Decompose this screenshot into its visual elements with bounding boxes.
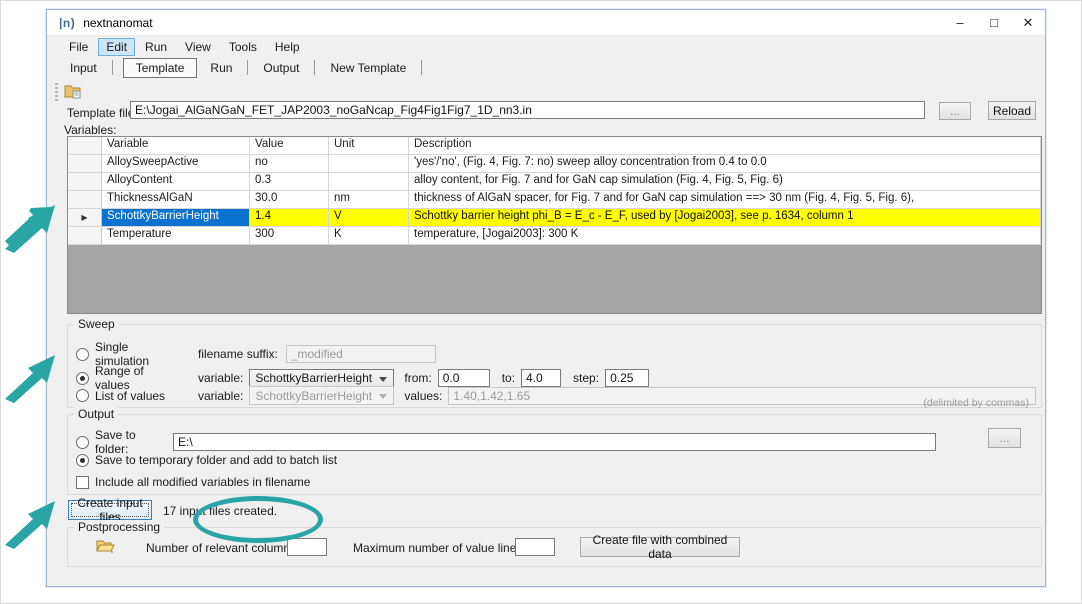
col-unit[interactable]: Unit: [329, 137, 409, 155]
tab-separator: [421, 60, 422, 75]
step-label: step:: [573, 371, 599, 385]
list-variable-select[interactable]: SchottkyBarrierHeight: [249, 386, 394, 405]
list-of-values-label: List of values: [95, 389, 179, 403]
save-temp-folder-label: Save to temporary folder and add to batc…: [95, 453, 337, 467]
step-input[interactable]: [605, 369, 649, 387]
reload-button[interactable]: Reload: [988, 101, 1036, 120]
window-title: nextnanomat: [83, 16, 152, 30]
minimize-button[interactable]: –: [943, 10, 977, 35]
status-text: 17 input files created.: [163, 504, 277, 518]
template-file-input[interactable]: [130, 101, 925, 119]
to-label: to:: [502, 371, 515, 385]
chevron-down-icon: [379, 377, 387, 382]
variables-label: Variables:: [64, 123, 116, 137]
tab-separator: [247, 60, 248, 75]
values-label: values:: [404, 389, 442, 403]
menu-file[interactable]: File: [61, 38, 96, 56]
to-input[interactable]: [521, 369, 561, 387]
header-selector-cell: [68, 137, 102, 155]
postprocessing-legend: Postprocessing: [74, 520, 164, 534]
from-label: from:: [404, 371, 431, 385]
tab-bar: Input Template Run Output New Template: [47, 57, 1045, 78]
save-to-folder-label: Save to folder:: [95, 428, 167, 456]
table-row[interactable]: ThicknessAlGaN 30.0 nm thickness of AlGa…: [68, 191, 1041, 209]
browse-folder-button[interactable]: ...: [988, 428, 1021, 448]
save-folder-input[interactable]: [173, 433, 936, 451]
table-header-row: Variable Value Unit Description: [68, 137, 1041, 155]
open-template-icon[interactable]: [64, 83, 82, 102]
create-combined-file-button[interactable]: Create file with combined data: [580, 537, 740, 557]
toolbar-grip: [55, 83, 58, 101]
values-hint: (delimited by commas): [923, 397, 1029, 409]
col-description[interactable]: Description: [409, 137, 1041, 155]
list-variable-label: variable:: [198, 389, 243, 403]
menu-edit[interactable]: Edit: [98, 38, 135, 56]
title-bar: |n) nextnanomat – □ ✕: [47, 10, 1045, 36]
template-file-label: Template file:: [67, 106, 138, 120]
menu-help[interactable]: Help: [267, 38, 308, 56]
include-variables-checkbox[interactable]: [76, 476, 89, 489]
menu-run[interactable]: Run: [137, 38, 175, 56]
chevron-down-icon: [379, 394, 387, 399]
app-logo-icon: |n): [59, 16, 75, 30]
browse-template-button[interactable]: ...: [939, 102, 971, 120]
from-input[interactable]: [438, 369, 490, 387]
toolbar: [55, 80, 82, 104]
single-simulation-radio[interactable]: [76, 348, 89, 361]
filename-suffix-label: filename suffix:: [198, 347, 278, 361]
table-row-selected[interactable]: ▶ SchottkyBarrierHeight 1.4 V Schottky b…: [68, 209, 1041, 227]
maximize-button[interactable]: □: [977, 10, 1011, 35]
sweep-group: Sweep Single simulation filename suffix:…: [67, 324, 1042, 408]
range-of-values-radio[interactable]: [76, 372, 89, 385]
tab-output[interactable]: Output: [254, 59, 308, 77]
tab-input[interactable]: Input: [61, 59, 106, 77]
screenshot-canvas: |n) nextnanomat – □ ✕ File Edit Run View…: [0, 0, 1082, 604]
menu-bar: File Edit Run View Tools Help: [47, 36, 1045, 57]
relevant-column-input[interactable]: [287, 538, 327, 556]
table-row[interactable]: Temperature 300 K temperature, [Jogai200…: [68, 227, 1041, 245]
range-variable-label: variable:: [198, 371, 243, 385]
menu-view[interactable]: View: [177, 38, 219, 56]
postprocessing-group: Postprocessing Number of relevant column…: [67, 527, 1042, 567]
value-lines-input[interactable]: [515, 538, 555, 556]
list-of-values-radio[interactable]: [76, 389, 89, 402]
sweep-legend: Sweep: [74, 317, 119, 331]
tab-separator: [112, 60, 113, 75]
value-lines-label: Maximum number of value lines:: [353, 541, 526, 555]
variables-table: Variable Value Unit Description AlloySwe…: [67, 136, 1042, 314]
table-row[interactable]: AlloySweepActive no 'yes'/'no', (Fig. 4,…: [68, 155, 1041, 173]
include-variables-label: Include all modified variables in filena…: [95, 475, 310, 489]
tab-new-template[interactable]: New Template: [321, 59, 415, 77]
save-to-folder-radio[interactable]: [76, 436, 89, 449]
tab-run[interactable]: Run: [201, 59, 241, 77]
relevant-column-label: Number of relevant column:: [146, 541, 293, 555]
range-variable-select[interactable]: SchottkyBarrierHeight: [249, 369, 394, 388]
output-group: Output Save to folder: ... Save to tempo…: [67, 414, 1042, 495]
tab-template[interactable]: Template: [123, 58, 198, 78]
tab-separator: [314, 60, 315, 75]
menu-tools[interactable]: Tools: [221, 38, 265, 56]
col-value[interactable]: Value: [250, 137, 329, 155]
filename-suffix-input[interactable]: [286, 345, 436, 363]
close-button[interactable]: ✕: [1011, 10, 1045, 35]
table-row[interactable]: AlloyContent 0.3 alloy content, for Fig.…: [68, 173, 1041, 191]
save-temp-folder-radio[interactable]: [76, 454, 89, 467]
col-variable[interactable]: Variable: [102, 137, 250, 155]
row-selector-arrow-icon: ▶: [68, 209, 102, 227]
create-input-files-button[interactable]: Create input files: [68, 500, 152, 520]
open-folder-icon[interactable]: [96, 538, 116, 557]
app-window: |n) nextnanomat – □ ✕ File Edit Run View…: [46, 9, 1046, 587]
output-legend: Output: [74, 407, 118, 421]
